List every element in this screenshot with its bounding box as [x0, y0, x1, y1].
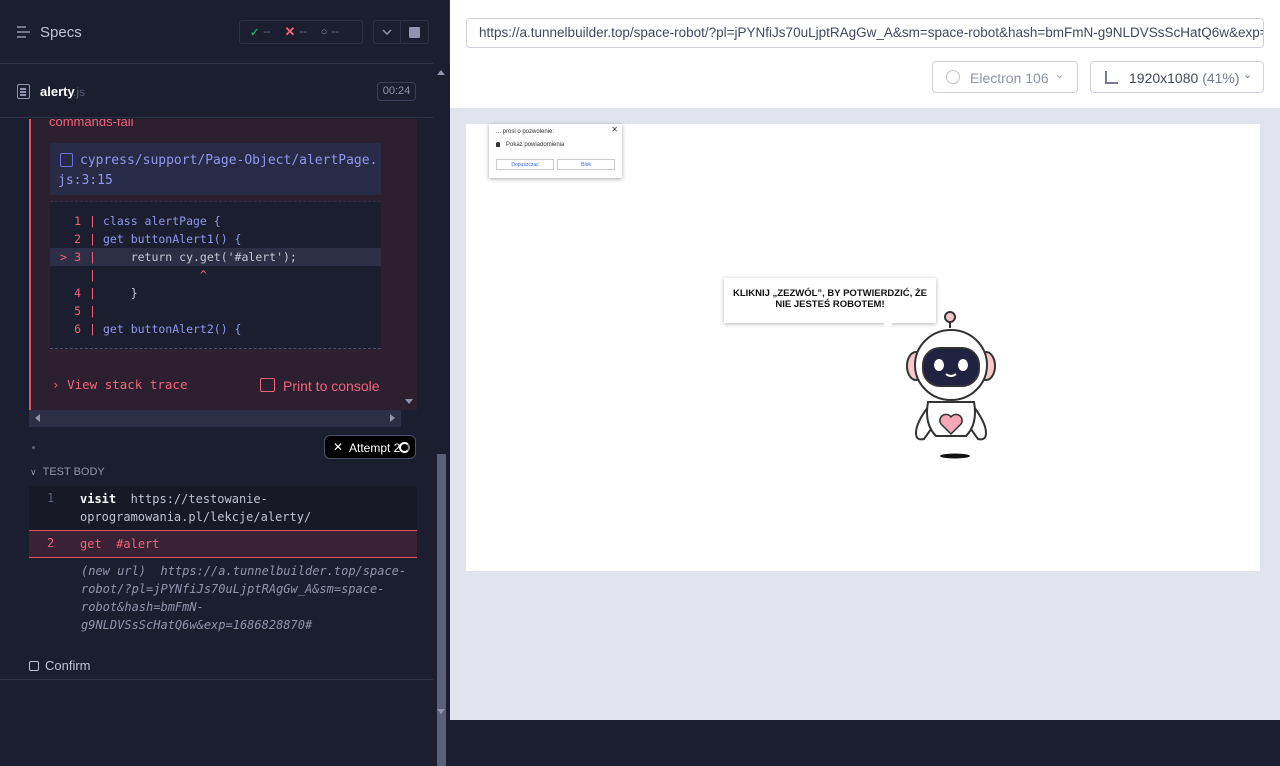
- scroll-down-icon[interactable]: [405, 399, 413, 404]
- code-line: 6 | get buttonAlert2() {: [74, 322, 242, 336]
- test-body-header[interactable]: ∨ TEST BODY: [30, 466, 105, 478]
- scroll-up-icon[interactable]: [437, 70, 445, 75]
- spec-filename: alerty: [40, 84, 75, 99]
- command-name: get: [80, 537, 102, 551]
- file-icon: [17, 84, 30, 99]
- error-file-link[interactable]: cypress/support/Page-Object/alertPage.js…: [50, 143, 381, 195]
- url-bar[interactable]: https://a.tunnelbuilder.top/space-robot/…: [466, 18, 1264, 48]
- passed-stat: ✓ --: [250, 26, 271, 39]
- specs-list-icon[interactable]: [17, 26, 31, 38]
- code-frame: 1 | class alertPage { 2 | get buttonAlert1()…: [50, 201, 381, 349]
- reporter-scrollbar[interactable]: [433, 64, 450, 766]
- reporter-header: Specs ✓ -- ✕ -- ○ --: [0, 0, 433, 64]
- app-under-test-frame: ... prosi o pozwolenie: ✕ Pokaż powiadom…: [466, 124, 1260, 571]
- checkbox-icon: [29, 661, 39, 671]
- chevron-down-icon: ∨: [30, 467, 37, 477]
- pending-icon: ○: [320, 26, 328, 38]
- check-icon: ✓: [250, 26, 260, 39]
- pending-stat: ○ --: [320, 26, 339, 38]
- code-line: 5 |: [74, 304, 96, 318]
- ruler-icon: [1105, 71, 1118, 84]
- specs-label[interactable]: Specs: [40, 24, 82, 41]
- error-vertical-scrollbar[interactable]: [401, 119, 417, 410]
- spinner-icon: [399, 442, 410, 453]
- spec-duration: 00:24: [377, 82, 416, 101]
- robot-illustration: [906, 311, 996, 459]
- command-name: (new url): [81, 564, 147, 578]
- scroll-right-icon[interactable]: [390, 414, 395, 422]
- print-to-console-button[interactable]: Print to console: [260, 378, 380, 394]
- bell-icon: [496, 142, 500, 147]
- command-row-new-url[interactable]: (new url) https://a.tunnelbuilder.top/sp…: [29, 558, 417, 638]
- command-row[interactable]: 1 visit https://testowanie- oprogramowan…: [29, 486, 417, 530]
- chevron-down-icon: [382, 29, 392, 36]
- x-icon: ✕: [284, 24, 296, 39]
- notification-permission-popup: ... prosi o pozwolenie: ✕ Pokaż powiadom…: [489, 124, 622, 178]
- code-line: 2 | get buttonAlert1() {: [74, 232, 242, 246]
- failed-stat: ✕ --: [284, 24, 307, 39]
- view-stack-trace-toggle[interactable]: › View stack trace: [52, 377, 187, 392]
- test-stats: ✓ -- ✕ -- ○ --: [239, 20, 363, 44]
- error-horizontal-scrollbar[interactable]: [29, 410, 401, 427]
- code-line-caret: | ^: [89, 268, 207, 282]
- close-icon[interactable]: ✕: [611, 125, 618, 134]
- error-file-path[interactable]: cypress/support/Page-Object/alertPage.js…: [58, 151, 378, 191]
- reporter-panel: Specs ✓ -- ✕ -- ○ -- alerty .js 00:24 comma…: [0, 0, 450, 766]
- collapse-dot: [32, 446, 35, 449]
- code-line: 1 | class alertPage {: [74, 214, 221, 228]
- chevron-down-icon: ⌄: [1055, 69, 1065, 81]
- allow-button[interactable]: Dopuszczać: [496, 159, 554, 170]
- viewport-selector[interactable]: 1920x1080 (41%) ⌄: [1090, 61, 1264, 93]
- spec-extension: .js: [73, 85, 85, 99]
- stop-icon: [409, 27, 420, 38]
- close-icon: ✕: [333, 440, 344, 454]
- command-row-failed[interactable]: 2 get #alert: [29, 530, 417, 558]
- block-button[interactable]: Blok: [557, 159, 615, 170]
- console-icon: [260, 378, 275, 392]
- attempt-badge[interactable]: ✕ Attempt 2: [324, 435, 416, 459]
- browser-panel: https://a.tunnelbuilder.top/space-robot/…: [450, 0, 1280, 720]
- chevron-right-icon: ›: [52, 377, 60, 392]
- chevron-down-icon: ⌄: [1243, 69, 1253, 81]
- error-title: commands-fail: [49, 119, 134, 129]
- browser-header: https://a.tunnelbuilder.top/space-robot/…: [450, 0, 1280, 108]
- speech-bubble: KLIKNIJ „ZEZWÓL”, BY POTWIERDZIĆ, ŻE NIE…: [724, 278, 936, 332]
- confirm-item[interactable]: Confirm: [29, 658, 91, 673]
- stop-button[interactable]: [401, 20, 429, 44]
- scroll-left-icon[interactable]: [35, 414, 40, 422]
- error-panel: commands-fail cypress/support/Page-Objec…: [29, 119, 401, 410]
- command-name: visit: [80, 492, 117, 506]
- code-line-current: >3 | return cy.get('#alert');: [50, 248, 381, 266]
- code-line: 4 | }: [74, 286, 138, 300]
- expand-toggle-button[interactable]: [373, 20, 401, 44]
- scroll-down-icon[interactable]: [437, 709, 445, 714]
- scrollbar-thumb[interactable]: [437, 454, 446, 766]
- divider: [0, 679, 433, 680]
- electron-icon: [946, 70, 960, 84]
- command-message: #alert: [116, 537, 160, 551]
- browser-selector[interactable]: Electron 106 ⌄: [932, 61, 1078, 93]
